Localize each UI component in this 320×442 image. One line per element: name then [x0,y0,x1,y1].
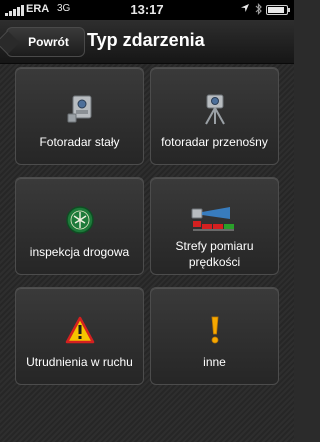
tile-label: Strefy pomiaru prędkości [175,239,254,269]
page-title: Typ zdarzenia [87,30,205,50]
tile-label: Utrudnienia w ruchu [26,355,133,369]
tile-label: inspekcja drogowa [29,245,130,259]
tile-traffic-disruptions[interactable]: Utrudnienia w ruchu [15,287,144,385]
speed-zone-icon [151,204,278,236]
tile-road-inspection[interactable]: inspekcja drogowa [15,177,144,275]
tile-mobile-speed-camera[interactable]: fotoradar przenośny [150,67,279,165]
mobile-speed-camera-icon [151,94,278,126]
location-arrow-icon [240,3,250,16]
navigation-bar: Powrót Typ zdarzenia [0,20,294,64]
tile-fixed-speed-camera[interactable]: Fotoradar stały [15,67,144,165]
tile-label: inne [203,355,226,369]
tile-other[interactable]: inne [150,287,279,385]
exclamation-icon [151,314,278,346]
fixed-speed-camera-icon [16,94,143,126]
event-type-grid: Fotoradar stały fotoradar przenośny insp… [0,64,294,442]
road-inspection-badge-icon [16,204,143,236]
tile-speed-measurement-zones[interactable]: Strefy pomiaru prędkości [150,177,279,275]
tile-label: fotoradar przenośny [161,135,268,149]
bluetooth-icon [255,2,263,19]
back-button-label: Powrót [28,35,69,49]
status-bar: ERA 3G 13:17 [0,0,294,20]
warning-triangle-icon [16,314,143,346]
battery-icon [266,5,290,15]
battery-fill [268,7,285,13]
back-button[interactable]: Powrót [6,27,85,57]
tile-label: Fotoradar stały [39,135,120,149]
